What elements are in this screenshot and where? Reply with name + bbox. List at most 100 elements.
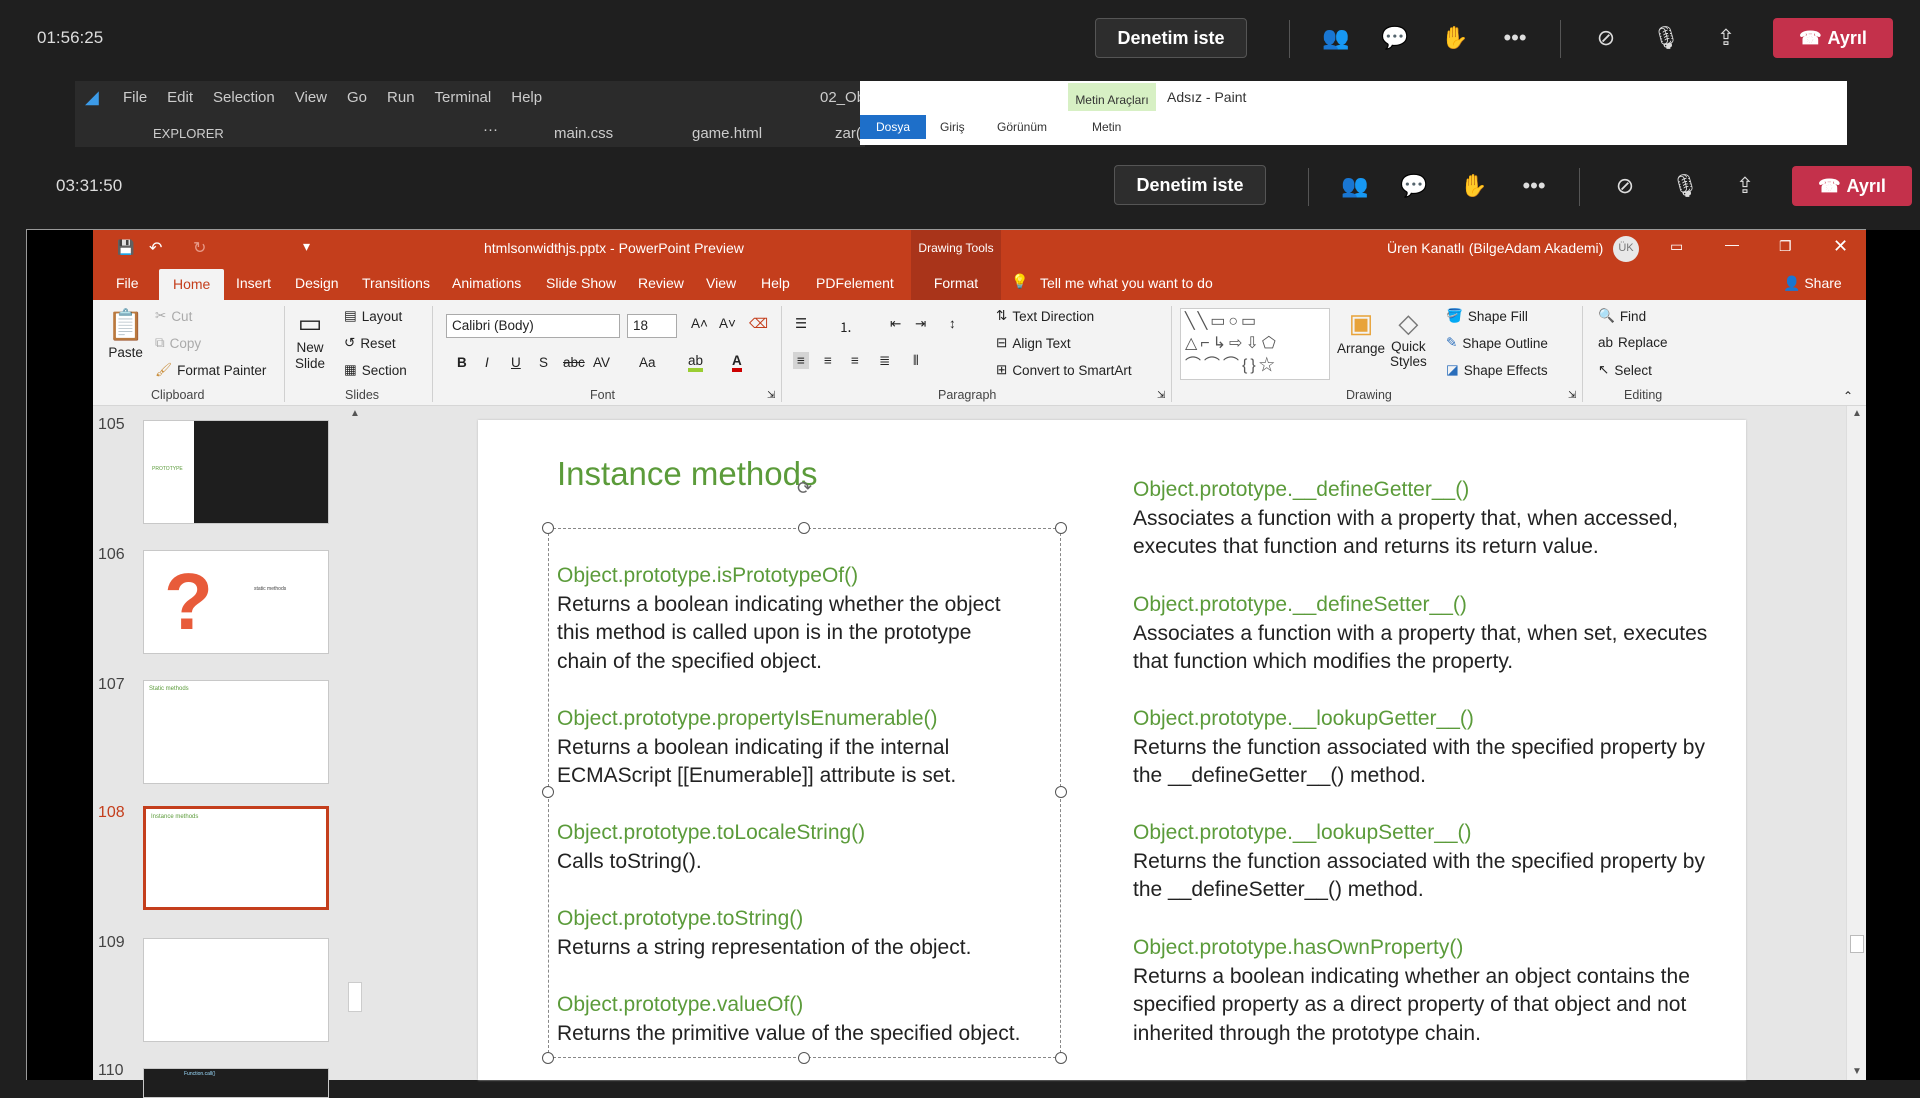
vscode-menu-edit[interactable]: Edit bbox=[167, 89, 193, 106]
strikethrough-icon[interactable]: abc bbox=[563, 355, 585, 370]
change-case-icon[interactable]: Aa bbox=[639, 355, 656, 370]
people-icon[interactable]: 👥 bbox=[1337, 168, 1373, 204]
align-text-button[interactable]: ⊟ Align Text bbox=[996, 335, 1071, 351]
paint-tab-metin[interactable]: Metin bbox=[1092, 120, 1121, 134]
chat-icon[interactable]: 💬 bbox=[1377, 20, 1413, 56]
slide-vertical-scrollbar[interactable]: ▲ ▼ bbox=[1846, 406, 1866, 1080]
numbering-icon[interactable]: ⒈ bbox=[839, 316, 853, 336]
vscode-menu-view[interactable]: View bbox=[295, 89, 327, 106]
drawing-dialog-launcher-icon[interactable]: ⇲ bbox=[1568, 390, 1576, 401]
camera-off-icon[interactable]: ⊘ bbox=[1607, 168, 1643, 204]
shape-outline-button[interactable]: ✎ Shape Outline bbox=[1446, 335, 1548, 351]
front-leave-button[interactable]: ☎ Ayrıl bbox=[1792, 166, 1912, 206]
scroll-up-icon[interactable]: ▲ bbox=[350, 408, 360, 419]
align-left-icon[interactable]: ≡ bbox=[793, 352, 809, 369]
method-entry[interactable]: Object.prototype.toString() Returns a st… bbox=[557, 905, 971, 962]
camera-off-icon[interactable]: ⊘ bbox=[1588, 20, 1624, 56]
vscode-menu-go[interactable]: Go bbox=[347, 89, 367, 106]
decrease-indent-icon[interactable]: ⇤ bbox=[890, 316, 901, 332]
slide-thumbnail-109[interactable] bbox=[143, 938, 329, 1042]
text-direction-button[interactable]: ⇅ Text Direction bbox=[996, 308, 1094, 324]
vscode-menu-selection[interactable]: Selection bbox=[213, 89, 275, 106]
thumbnail-scrollbar[interactable]: ▲ bbox=[345, 406, 365, 1080]
method-entry[interactable]: Object.prototype.valueOf() Returns the p… bbox=[557, 991, 1020, 1048]
user-avatar[interactable]: ÜK bbox=[1613, 236, 1639, 262]
char-spacing-icon[interactable]: AV bbox=[593, 355, 610, 370]
tab-insert[interactable]: Insert bbox=[236, 275, 271, 291]
shape-fill-button[interactable]: 🪣 Shape Fill bbox=[1446, 308, 1528, 324]
columns-icon[interactable]: ⫴ bbox=[913, 353, 919, 369]
method-entry[interactable]: Object.prototype.__lookupSetter__() Retu… bbox=[1133, 819, 1705, 905]
vscode-menu-help[interactable]: Help bbox=[511, 89, 542, 106]
paint-tab-dosya[interactable]: Dosya bbox=[860, 115, 926, 139]
new-slide-button[interactable]: ▭ New Slide bbox=[295, 308, 325, 371]
vscode-menu-file[interactable]: File bbox=[123, 89, 147, 106]
shrink-font-icon[interactable]: A˅ bbox=[719, 316, 736, 331]
chat-icon[interactable]: 💬 bbox=[1396, 168, 1432, 204]
slide-thumbnail-110[interactable]: Function.call() bbox=[143, 1068, 329, 1098]
select-button[interactable]: ↖ Select bbox=[1598, 362, 1652, 378]
method-entry[interactable]: Object.prototype.__lookupGetter__() Retu… bbox=[1133, 705, 1705, 791]
italic-icon[interactable]: I bbox=[485, 355, 489, 370]
replace-button[interactable]: ab Replace bbox=[1598, 335, 1668, 350]
clear-format-icon[interactable]: ⌫ bbox=[749, 316, 768, 332]
share-button[interactable]: 👤 Share bbox=[1783, 275, 1842, 292]
vscode-tab-game-html[interactable]: game.html bbox=[692, 125, 762, 142]
tab-view[interactable]: View bbox=[706, 275, 736, 291]
mic-off-icon[interactable]: 🎙 bbox=[1648, 20, 1684, 56]
slide-thumbnail-107[interactable]: Static methods bbox=[143, 680, 329, 784]
align-right-icon[interactable]: ≡ bbox=[851, 353, 859, 368]
reset-button[interactable]: ↺ Reset bbox=[344, 335, 396, 351]
resize-handle[interactable] bbox=[1055, 786, 1067, 798]
resize-handle[interactable] bbox=[542, 522, 554, 534]
paint-tab-gorunum[interactable]: Görünüm bbox=[997, 120, 1047, 134]
restore-icon[interactable]: ❐ bbox=[1779, 238, 1792, 255]
font-name-combo[interactable]: Calibri (Body) bbox=[446, 314, 620, 338]
redo-icon[interactable]: ↻ bbox=[193, 238, 206, 258]
method-entry[interactable]: Object.prototype.isPrototypeOf() Returns… bbox=[557, 562, 1001, 676]
slide-thumbnail-108[interactable]: Instance methods bbox=[143, 806, 329, 910]
layout-button[interactable]: ▤ Layout bbox=[344, 308, 402, 324]
increase-indent-icon[interactable]: ⇥ bbox=[915, 316, 926, 332]
ribbon-display-icon[interactable]: ▭ bbox=[1670, 238, 1683, 255]
vscode-tab-zar[interactable]: zar( bbox=[835, 125, 861, 142]
close-icon[interactable]: ✕ bbox=[1833, 236, 1848, 257]
method-entry[interactable]: Object.prototype.__defineSetter__() Asso… bbox=[1133, 591, 1707, 677]
minimize-icon[interactable]: — bbox=[1725, 236, 1739, 252]
front-request-control-button[interactable]: Denetim iste bbox=[1114, 165, 1266, 205]
copy-button[interactable]: ⧉ Copy bbox=[155, 335, 201, 351]
method-entry[interactable]: Object.prototype.__defineGetter__() Asso… bbox=[1133, 476, 1678, 562]
highlight-icon[interactable]: ab bbox=[688, 353, 704, 372]
raise-hand-icon[interactable]: ✋ bbox=[1456, 168, 1492, 204]
more-options-icon[interactable]: ••• bbox=[1516, 168, 1552, 204]
resize-handle[interactable] bbox=[542, 786, 554, 798]
explorer-more-icon[interactable]: ··· bbox=[483, 121, 498, 138]
font-color-icon[interactable]: A bbox=[732, 353, 742, 372]
scroll-down-icon[interactable]: ▼ bbox=[1852, 1066, 1862, 1077]
format-painter-button[interactable]: 🖌 Format Painter bbox=[155, 362, 266, 378]
tab-review[interactable]: Review bbox=[638, 275, 684, 291]
cut-button[interactable]: ✂ Cut bbox=[155, 308, 192, 324]
share-screen-icon[interactable]: ⇪ bbox=[1727, 168, 1763, 204]
slide-thumbnail-105[interactable]: PROTOTYPE bbox=[143, 420, 329, 524]
resize-handle[interactable] bbox=[1055, 522, 1067, 534]
method-entry[interactable]: Object.prototype.hasOwnProperty() Return… bbox=[1133, 934, 1690, 1048]
quick-styles-button[interactable]: ◇ Quick Styles bbox=[1390, 308, 1427, 369]
tab-home[interactable]: Home bbox=[159, 269, 225, 300]
people-icon[interactable]: 👥 bbox=[1318, 20, 1354, 56]
slide-thumbnail-106[interactable]: ? static methods bbox=[143, 550, 329, 654]
thumbnail-scroll-thumb[interactable] bbox=[348, 982, 362, 1012]
more-options-icon[interactable]: ••• bbox=[1497, 20, 1533, 56]
resize-handle[interactable] bbox=[1055, 1052, 1067, 1064]
line-spacing-icon[interactable]: ↕ bbox=[949, 316, 956, 331]
vscode-tab-main-css[interactable]: main.css bbox=[554, 125, 613, 142]
resize-handle[interactable] bbox=[542, 1052, 554, 1064]
mic-off-icon[interactable]: 🎙 bbox=[1667, 168, 1703, 204]
raise-hand-icon[interactable]: ✋ bbox=[1437, 20, 1473, 56]
font-size-combo[interactable]: 18 bbox=[627, 314, 677, 338]
tab-pdfelement[interactable]: PDFelement bbox=[816, 275, 894, 291]
share-screen-icon[interactable]: ⇪ bbox=[1708, 20, 1744, 56]
tab-file[interactable]: File bbox=[116, 275, 139, 291]
tab-slide-show[interactable]: Slide Show bbox=[546, 275, 616, 291]
paragraph-dialog-launcher-icon[interactable]: ⇲ bbox=[1157, 390, 1165, 401]
